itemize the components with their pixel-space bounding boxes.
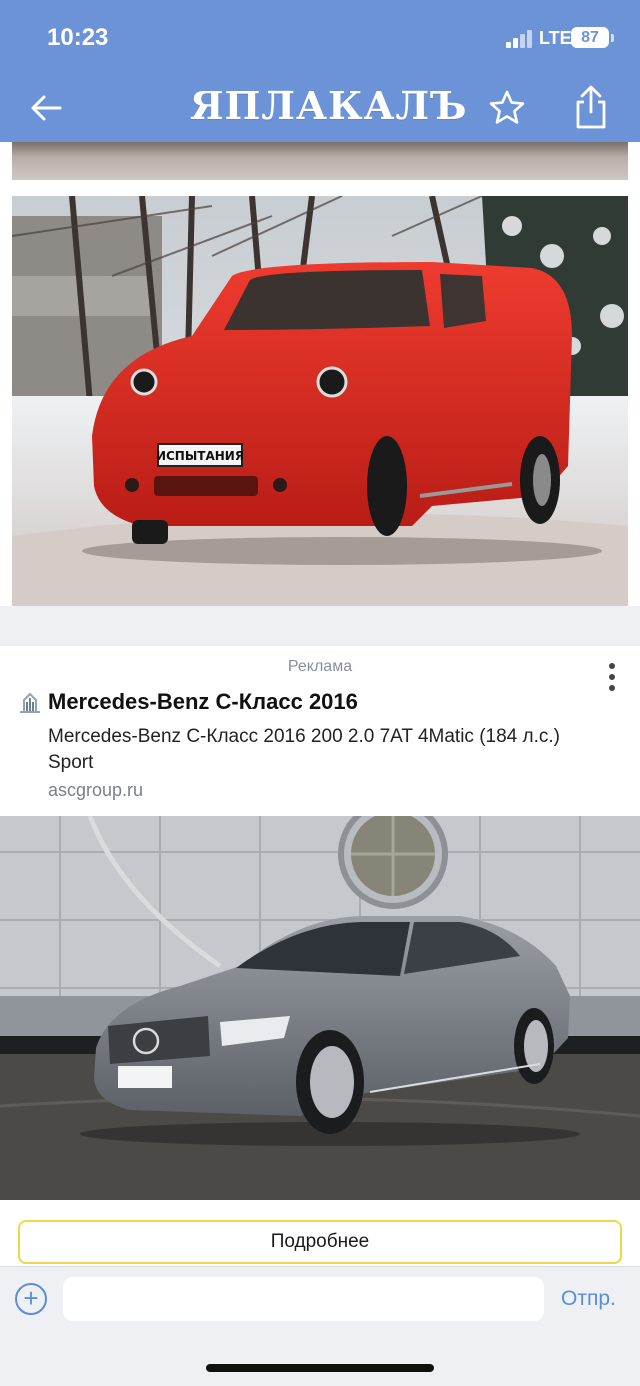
plus-icon: +	[23, 1283, 39, 1313]
post-feed[interactable]: ИСПЫТАНИЯ Реклама Mercedes-Benz C-Класс …	[0, 142, 640, 1266]
vertical-dots-icon	[600, 663, 624, 691]
ad-domain-link[interactable]: ascgroup.ru	[48, 780, 143, 801]
nav-bar: ЯПЛАКАЛЪ	[0, 78, 640, 142]
arrow-left-icon	[31, 95, 62, 121]
status-time: 10:23	[47, 24, 109, 51]
app-header: 10:23 LTE 87 ЯПЛАКАЛЪ	[0, 0, 640, 142]
battery-icon	[611, 34, 614, 42]
attach-button[interactable]: +	[15, 1283, 47, 1315]
post-image[interactable]: ИСПЫТАНИЯ	[12, 196, 628, 606]
status-bar: 10:23 LTE 87	[0, 0, 640, 78]
network-type: LTE	[539, 28, 572, 48]
gray-sedan-photo	[0, 816, 640, 1200]
post-separator	[0, 606, 640, 646]
advertiser-logo-icon	[20, 692, 40, 713]
ad-label: Реклама	[287, 658, 353, 675]
home-indicator[interactable]	[206, 1364, 434, 1372]
site-logo[interactable]: ЯПЛАКАЛЪ	[190, 82, 466, 130]
ad-title[interactable]: Mercedes-Benz C-Класс 2016	[48, 689, 358, 715]
ad-description: Mercedes-Benz C-Класс 2016 200 2.0 7AT 4…	[48, 726, 560, 773]
ad-image[interactable]	[0, 816, 640, 1200]
battery-level: 87	[571, 27, 609, 48]
favorite-button[interactable]	[487, 88, 527, 128]
license-plate: ИСПЫТАНИЯ	[156, 449, 244, 463]
comment-compose-bar: + Отпр.	[0, 1266, 640, 1332]
back-button[interactable]	[26, 88, 66, 128]
signal-icon	[506, 30, 532, 48]
previous-post-image	[12, 142, 628, 180]
star-icon	[489, 90, 525, 124]
share-icon	[576, 85, 606, 129]
more-details-button[interactable]: Подробнее	[18, 1220, 622, 1264]
ad-card[interactable]: Реклама Mercedes-Benz C-Класс 2016 Merce…	[0, 646, 640, 1266]
home-indicator-area	[0, 1332, 640, 1386]
send-button[interactable]: Отпр.	[561, 1287, 616, 1311]
share-button[interactable]	[570, 84, 612, 130]
red-van-photo: ИСПЫТАНИЯ	[12, 196, 628, 606]
more-options-button[interactable]	[600, 660, 624, 696]
comment-input[interactable]	[63, 1277, 544, 1321]
